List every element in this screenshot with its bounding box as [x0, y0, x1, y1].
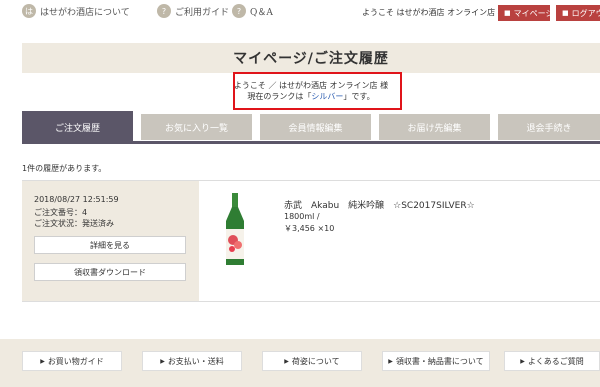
welcome-text: ようこそ はせがわ酒店 オンライン店 様 [362, 8, 506, 17]
logout-button-label: ログアウト [571, 8, 600, 18]
logo-icon: は [22, 4, 36, 18]
divider [22, 301, 600, 302]
tab-delivery-address[interactable]: お届け先編集 [379, 114, 490, 140]
tab-member-info[interactable]: 会員情報編集 [260, 114, 371, 140]
question-icon: ? [157, 4, 171, 18]
nav-about-link[interactable]: は はせがわ酒店について [22, 4, 130, 18]
nav-qa-link[interactable]: ? Q＆A [232, 4, 273, 18]
tab-order-history[interactable]: ご注文履歴 [22, 111, 133, 143]
footer-packaging[interactable]: ▶ 荷姿について [262, 351, 362, 371]
tab-withdraw[interactable]: 退会手続き [498, 114, 600, 140]
product-volume: 1800ml / [284, 212, 320, 221]
logout-button[interactable]: ■ ログアウト [556, 5, 600, 21]
nav-qa-label: Q＆A [250, 7, 273, 18]
nav-about-label: はせがわ酒店について [40, 7, 130, 18]
footer-label: お支払い・送料 [167, 356, 224, 366]
footer-label: 荷姿について [291, 356, 340, 366]
product-price: ￥3,456 ×10 [284, 224, 335, 233]
footer-label: よくあるご質問 [527, 356, 584, 366]
nav-guide-label: ご利用ガイド [175, 7, 230, 18]
arrow-right-icon: ▶ [284, 357, 289, 365]
highlight-box [233, 72, 402, 110]
product-name[interactable]: 赤武 Akabu 純米吟醸 ☆SC2017SILVER☆ [284, 198, 475, 211]
footer-shopping-guide[interactable]: ▶ お買い物ガイド [22, 351, 122, 371]
order-detail-button[interactable]: 詳細を見る [34, 236, 186, 254]
tab-underline [22, 141, 600, 144]
footer-payment-shipping[interactable]: ▶ お支払い・送料 [142, 351, 242, 371]
tab-favorites[interactable]: お気に入り一覧 [141, 114, 252, 140]
nav-guide-link[interactable]: ? ご利用ガイド [157, 4, 229, 18]
arrow-right-icon: ▶ [40, 357, 45, 365]
arrow-right-icon: ▶ [520, 357, 525, 365]
user-icon: ■ [504, 9, 511, 17]
question-icon: ? [232, 4, 246, 18]
product-image[interactable] [220, 193, 250, 267]
footer-label: 領収書・納品書について [395, 356, 484, 366]
order-datetime: 2018/08/27 12:51:59 [34, 195, 119, 204]
footer-receipt-invoice[interactable]: ▶ 領収書・納品書について [382, 351, 490, 371]
receipt-download-button[interactable]: 領収書ダウンロード [34, 263, 186, 281]
footer-label: お買い物ガイド [47, 356, 104, 366]
lock-icon: ■ [562, 9, 569, 17]
order-status: ご注文状況：発送済み [34, 219, 114, 228]
mypage-button-label: マイページ [513, 8, 554, 18]
order-number: ご注文番号：4 [34, 208, 88, 217]
page-title: マイページ/ご注文履歴 [22, 43, 600, 73]
arrow-right-icon: ▶ [160, 357, 165, 365]
arrow-right-icon: ▶ [388, 357, 393, 365]
mypage-button[interactable]: ■ マイページ [498, 5, 553, 21]
history-count: 1件の履歴があります。 [22, 164, 107, 173]
top-nav: は はせがわ酒店について ? ご利用ガイド ? Q＆A ようこそ はせがわ酒店 … [0, 0, 600, 25]
footer-faq[interactable]: ▶ よくあるご質問 [504, 351, 600, 371]
